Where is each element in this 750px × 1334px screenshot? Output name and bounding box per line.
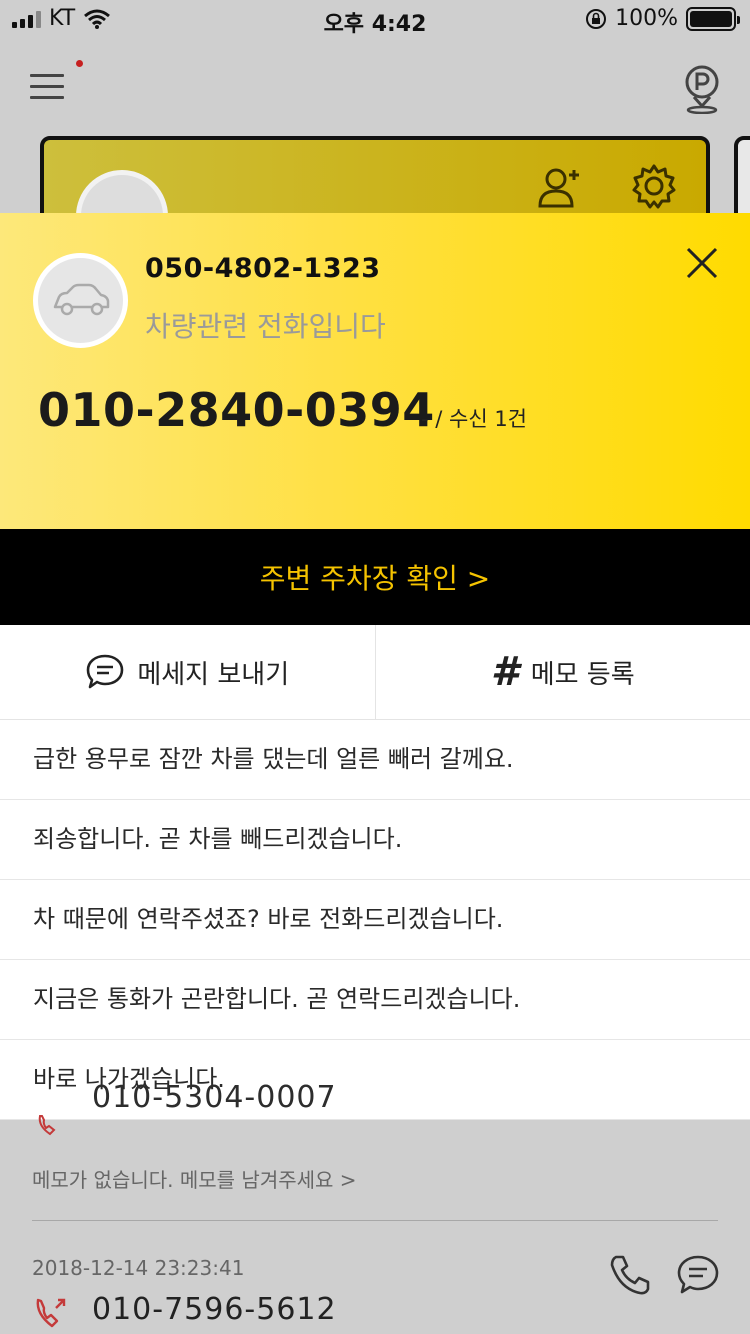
caller-description: 차량관련 전화입니다 [145, 310, 386, 343]
quick-message-item[interactable]: 차 때문에 연락주셨죠? 바로 전화드리겠습니다. [0, 880, 750, 960]
peek-phone-number: 010-5304-0007 [92, 1080, 337, 1115]
nearby-parking-button[interactable]: 주변 주차장 확인 > [0, 529, 750, 625]
close-icon[interactable] [684, 245, 720, 281]
call-count: - / 수신 1건 [421, 407, 527, 431]
memo-empty-link[interactable]: 메모가 없습니다. 메모를 남겨주세요 > [32, 1164, 357, 1193]
hash-icon: # [490, 649, 519, 695]
battery-percent: 100% [615, 6, 678, 31]
add-user-icon[interactable] [536, 164, 582, 210]
car-icon [53, 283, 109, 315]
chat-bubble-icon [87, 654, 124, 689]
divider [32, 1220, 718, 1221]
quick-message-list: 급한 용무로 잠깐 차를 댔는데 얼른 빼러 갈께요. 죄송합니다. 곧 차를 … [0, 720, 750, 1120]
quick-message-item[interactable]: 급한 용무로 잠깐 차를 댔는데 얼른 빼러 갈께요. [0, 720, 750, 800]
quick-message-item[interactable]: 죄송합니다. 곧 차를 빼드리겠습니다. [0, 800, 750, 880]
app-top-bar [0, 40, 750, 136]
parking-location-icon[interactable] [682, 64, 722, 114]
call-log-icon [36, 1298, 66, 1328]
action-row: 메세지 보내기 # 메모 등록 [0, 625, 750, 720]
quick-message-item[interactable]: 지금은 통화가 곤란합니다. 곧 연락드리겠습니다. [0, 960, 750, 1040]
menu-icon[interactable] [30, 74, 64, 102]
caller-avatar [33, 253, 128, 348]
caller-number: 050-4802-1323 [145, 253, 381, 284]
phone-icon[interactable] [608, 1253, 652, 1297]
battery-icon [686, 6, 740, 31]
notification-dot [76, 60, 83, 67]
caller-popup: 050-4802-1323 차량관련 전화입니다 010-2840-0394 -… [0, 213, 750, 529]
status-right: 100% [585, 6, 740, 31]
call-log-number[interactable]: 010-7596-5612 [92, 1292, 337, 1327]
add-memo-button[interactable]: # 메모 등록 [374, 625, 750, 719]
chat-bubble-icon[interactable] [676, 1253, 720, 1297]
send-message-button[interactable]: 메세지 보내기 [0, 625, 375, 719]
call-log-icon [38, 1115, 56, 1136]
rotation-lock-icon [586, 8, 607, 29]
status-bar: KT 오후 4:42 100% [0, 0, 750, 40]
phone-number[interactable]: 010-2840-0394 [38, 383, 435, 437]
add-memo-label: 메모 등록 [530, 659, 635, 690]
gear-icon[interactable] [630, 162, 678, 210]
call-log-time: 2018-12-14 23:23:41 [32, 1256, 245, 1280]
send-message-label: 메세지 보내기 [137, 659, 290, 690]
